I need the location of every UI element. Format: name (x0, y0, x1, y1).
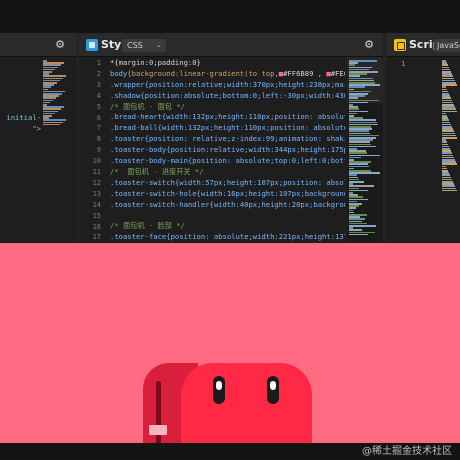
js-panel-header: Script JavaScri (387, 33, 460, 57)
line-number: 2 (96, 69, 101, 78)
code-token: .toaster-switch-hole{width:16px;height:1… (110, 188, 345, 198)
css-editor[interactable]: 123456789101112131415161718 *{margin:0;p… (79, 57, 383, 243)
code-line[interactable]: initial- (0, 113, 41, 124)
html-panel-header: ⚙ (0, 33, 77, 57)
js-language-select[interactable]: JavaScri (434, 39, 460, 52)
bottom-bar: @稀土掘金技术社区 (0, 443, 460, 460)
html-panel: ⚙ initial- "> (0, 33, 77, 243)
code-line[interactable] (0, 70, 41, 81)
code-line[interactable]: .bread-heart{width:132px;height:110px;po… (110, 112, 345, 123)
code-line[interactable] (110, 210, 345, 221)
css-language-value: CSS (127, 41, 143, 50)
code-line[interactable]: .toaster-switch-hole{width:16px;height:1… (110, 189, 345, 200)
toaster-body (181, 363, 312, 443)
code-token: /* 面包机 - 脸部 */ (110, 221, 185, 231)
css-icon (86, 39, 98, 51)
code-token: .bread-ball{width:132px;height:110px;pos… (110, 123, 345, 133)
html-editor[interactable]: initial- "> (0, 57, 77, 243)
code-token: .toaster-body{position:relative;width:34… (110, 145, 345, 155)
code-token: #FE6986)} (330, 68, 345, 78)
line-number: 1 (96, 59, 101, 67)
code-line[interactable] (0, 59, 41, 70)
toaster-eye-left (213, 376, 225, 404)
line-number: 10 (92, 157, 101, 166)
editor-top-bar (0, 0, 460, 33)
css-language-select[interactable]: CSS ⌄ (122, 39, 166, 52)
code-line[interactable]: "> (0, 124, 41, 135)
minimap-line (442, 189, 457, 192)
minimap-line (43, 123, 60, 126)
toaster-eye-right (267, 376, 279, 404)
line-number: 5 (96, 102, 101, 111)
css-panel: Style CSS ⌄ ⚙ 12345678910111213141516171… (79, 33, 383, 243)
code-token: .toaster-switch-handler{width:40px;heigh… (110, 199, 345, 209)
code-line[interactable]: .bread-ball{width:132px;height:110px;pos… (110, 123, 345, 134)
js-editor[interactable]: 1 (387, 57, 460, 243)
code-token: background:linear-gradient(to top, (131, 68, 279, 78)
code-line[interactable]: /* 面包机 - 进度开关 */ (110, 167, 345, 178)
code-line[interactable]: .toaster-body{position:relative;width:34… (110, 145, 345, 156)
code-line[interactable]: .toaster-switch-handler{width:40px;heigh… (110, 200, 345, 211)
html-code-area[interactable]: initial- "> (0, 59, 41, 135)
code-token: .toaster-face{position: absolute;width:2… (110, 232, 345, 242)
code-editor: ⚙ initial- "> Style CSS ⌄ ⚙ 1 2 3 4 5 6 7 8 9 10 11… (0, 0, 460, 243)
code-token: body{ (110, 68, 132, 78)
code-line[interactable]: body{background:linear-gradient(to top,■… (110, 69, 345, 80)
line-number: 4 (96, 91, 101, 100)
code-token: .bread-heart{width:132px;height:110px;po… (110, 112, 345, 122)
code-line[interactable]: /* 面包机 - 面包 */ (110, 102, 345, 113)
css-panel-header: Style CSS ⌄ ⚙ (79, 33, 383, 57)
code-token: *{margin:0;padding:0} (110, 58, 201, 67)
watermark: @稀土掘金技术社区 (362, 446, 452, 457)
line-number: 9 (96, 146, 101, 155)
line-number: 13 (92, 189, 101, 198)
line-number: 16 (92, 222, 101, 231)
code-line[interactable]: .toaster-face{position: absolute;width:2… (110, 232, 345, 243)
line-number: 3 (96, 80, 101, 89)
code-line[interactable] (0, 81, 41, 92)
css-minimap[interactable] (347, 57, 383, 243)
code-line[interactable]: .wrapper{position:relative;width:370px;h… (110, 80, 345, 91)
code-line[interactable] (0, 92, 41, 103)
line-number: 15 (92, 211, 101, 220)
code-line[interactable]: .shadow{position:absolute;bottom:0;left:… (110, 91, 345, 102)
line-number: 11 (92, 168, 101, 176)
line-number: 7 (96, 124, 101, 133)
gear-icon[interactable]: ⚙ (363, 39, 375, 51)
line-number: 8 (96, 135, 101, 144)
code-token: .toaster-switch{width:57px;height:107px;… (110, 177, 345, 187)
code-line[interactable] (0, 103, 41, 114)
js-icon (394, 39, 406, 51)
line-number: 17 (92, 233, 101, 242)
js-panel: Script JavaScri 1 (387, 33, 460, 243)
minimap-line (349, 225, 376, 227)
js-minimap[interactable] (440, 57, 460, 243)
line-number: 1 (401, 60, 406, 68)
code-token: .toaster-body-main{position: absolute;to… (110, 156, 345, 166)
line-number: 14 (92, 200, 101, 209)
code-line[interactable]: .toaster-switch{width:57px;height:107px;… (110, 178, 345, 189)
code-line[interactable]: *{margin:0;padding:0} (110, 58, 345, 69)
code-token: .toaster{position: relative;z-index:99;a… (110, 134, 345, 144)
chevron-down-icon: ⌄ (156, 41, 162, 49)
line-number-gutter: 123456789101112131415161718 (79, 57, 105, 243)
css-code-area[interactable]: *{margin:0;padding:0} body{background:lin… (110, 58, 345, 243)
code-token: /* 面包机 - 面包 */ (110, 101, 185, 111)
code-token: #FF6B89 , (283, 68, 327, 78)
preview-pane (0, 243, 460, 443)
code-token: .shadow{position:absolute;bottom:0;left:… (110, 90, 345, 100)
code-token: /* 面包机 - 进度开关 */ (110, 166, 204, 176)
html-minimap[interactable] (41, 57, 77, 243)
gear-icon[interactable]: ⚙ (54, 39, 66, 51)
code-line[interactable]: /* 面包机 - 脸部 */ (110, 221, 345, 232)
code-token: .wrapper{position:relative;width:370px;h… (110, 79, 345, 89)
minimap-line (349, 233, 368, 236)
line-number: 12 (92, 178, 101, 187)
line-number: 6 (96, 113, 101, 122)
toaster-switch-handle (149, 425, 167, 435)
code-line[interactable]: .toaster-body-main{position: absolute;to… (110, 156, 345, 167)
code-line[interactable]: .toaster{position: relative;z-index:99;a… (110, 134, 345, 145)
